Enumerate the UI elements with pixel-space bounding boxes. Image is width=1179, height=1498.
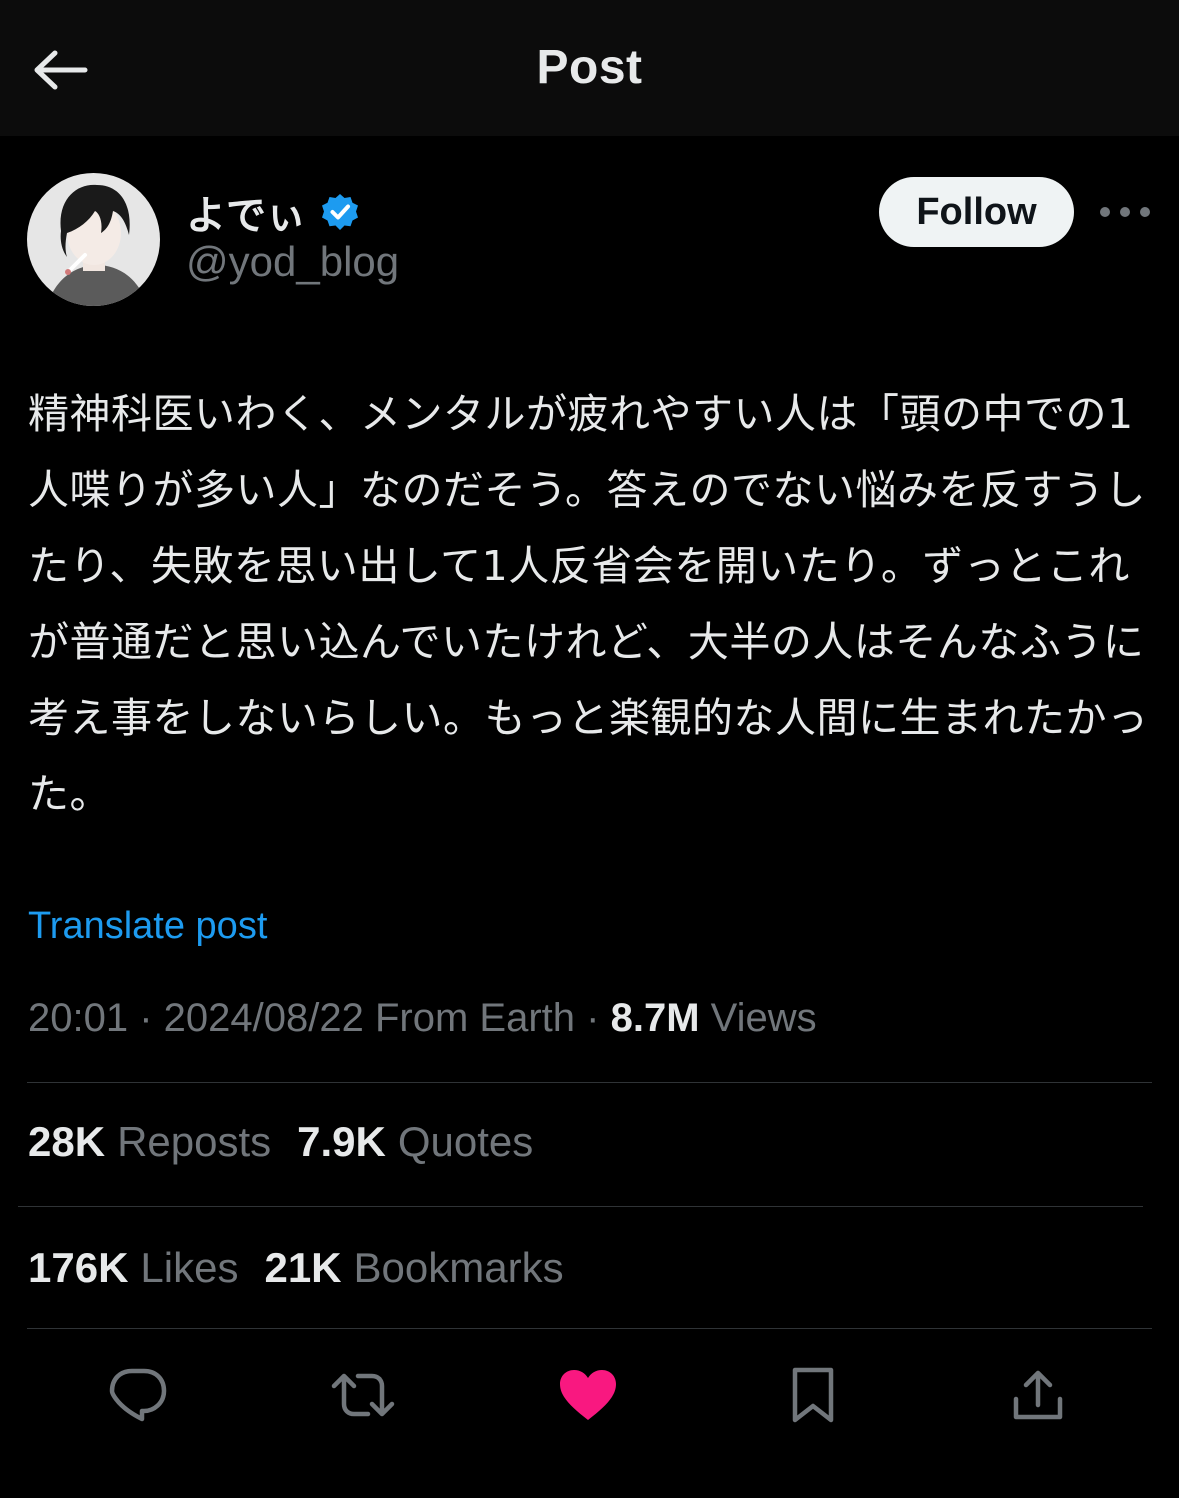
repost-button[interactable] xyxy=(328,1360,398,1430)
like-button[interactable] xyxy=(553,1360,623,1430)
share-icon xyxy=(1013,1370,1063,1420)
share-button[interactable] xyxy=(1003,1360,1073,1430)
more-options-button[interactable] xyxy=(1100,196,1150,228)
post-text: 精神科医いわく、メンタルが疲れやすい人は「頭の中での1人喋りが多い人」なのだそう… xyxy=(28,390,1149,818)
bookmarks-stat[interactable]: 21K Bookmarks xyxy=(264,1244,563,1292)
views-label: Views xyxy=(710,996,817,1040)
stats-row-likes: 176K Likes 21K Bookmarks xyxy=(28,1244,590,1292)
likes-count: 176K xyxy=(28,1244,129,1291)
top-bar: Post xyxy=(0,0,1179,136)
meta-separator: · xyxy=(586,996,611,1040)
likes-stat[interactable]: 176K Likes xyxy=(28,1244,238,1292)
more-dot-icon xyxy=(1120,207,1130,217)
more-dot-icon xyxy=(1140,207,1150,217)
author-handle[interactable]: @yod_blog xyxy=(186,238,399,286)
reposts-count: 28K xyxy=(28,1118,106,1165)
action-bar xyxy=(0,1360,1179,1430)
verified-badge-icon xyxy=(322,194,358,230)
reposts-stat[interactable]: 28K Reposts xyxy=(28,1118,271,1166)
post-location: From Earth xyxy=(375,996,576,1040)
translate-post-link[interactable]: Translate post xyxy=(28,905,267,948)
views-count: 8.7M xyxy=(610,996,700,1040)
more-dot-icon xyxy=(1100,207,1110,217)
avatar[interactable] xyxy=(27,173,160,306)
heart-icon xyxy=(560,1370,616,1420)
quotes-stat[interactable]: 7.9K Quotes xyxy=(297,1118,533,1166)
divider xyxy=(18,1206,1143,1207)
repost-icon xyxy=(331,1373,395,1417)
follow-button[interactable]: Follow xyxy=(879,177,1074,247)
post-date: 2024/08/22 xyxy=(163,996,364,1040)
display-name[interactable]: よでぃ xyxy=(186,183,306,241)
reposts-label: Reposts xyxy=(117,1118,272,1165)
reply-button[interactable] xyxy=(103,1360,173,1430)
post-meta: 20:01 · 2024/08/22 From Earth · 8.7M Vie… xyxy=(28,996,817,1041)
likes-label: Likes xyxy=(140,1244,239,1291)
divider xyxy=(27,1328,1152,1329)
bookmark-icon xyxy=(792,1367,834,1423)
bookmarks-count: 21K xyxy=(264,1244,342,1291)
quotes-label: Quotes xyxy=(397,1118,534,1165)
avatar-image xyxy=(27,173,160,306)
page-title: Post xyxy=(536,41,643,94)
divider xyxy=(27,1082,1152,1083)
bookmark-button[interactable] xyxy=(778,1360,848,1430)
author-name-row: よでぃ xyxy=(186,184,360,240)
quotes-count: 7.9K xyxy=(297,1118,386,1165)
bookmarks-label: Bookmarks xyxy=(353,1244,564,1291)
reply-icon xyxy=(109,1368,167,1422)
post-time: 20:01 xyxy=(28,996,129,1040)
stats-row-reposts: 28K Reposts 7.9K Quotes xyxy=(28,1118,559,1166)
meta-separator: · xyxy=(139,996,164,1040)
